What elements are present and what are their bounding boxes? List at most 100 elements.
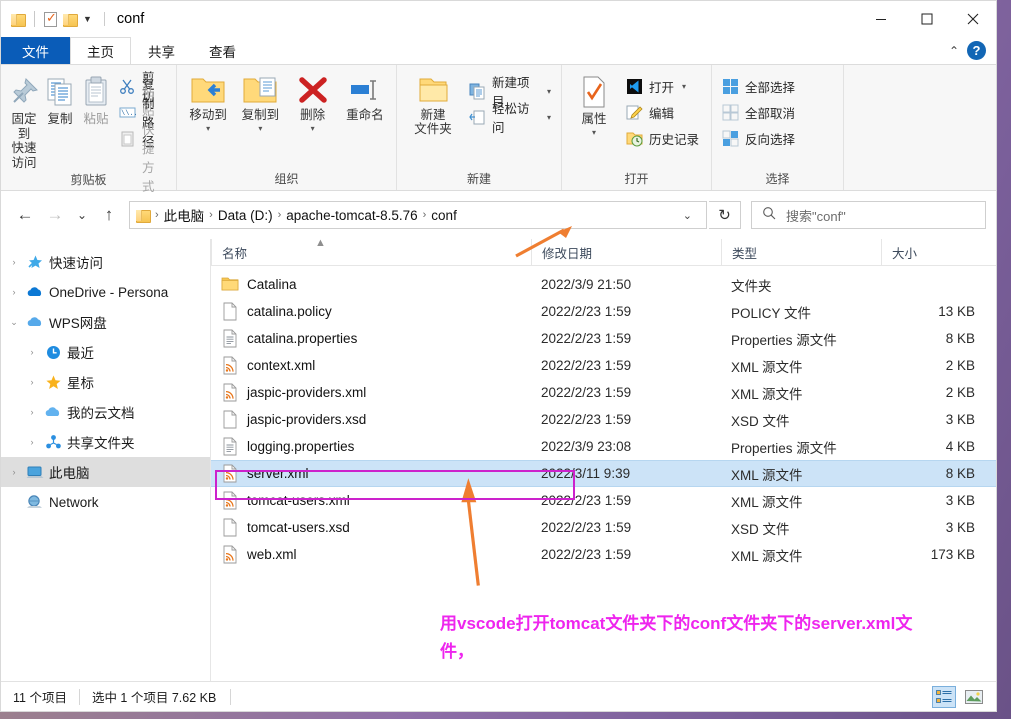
sidebar-item-onedrive[interactable]: › OneDrive - Persona	[1, 277, 210, 307]
chevron-down-icon[interactable]: ▾	[547, 87, 551, 96]
chevron-right-icon[interactable]: ›	[7, 257, 21, 267]
column-header-date[interactable]: 修改日期	[531, 239, 721, 265]
table-row[interactable]: Catalina 2022/3/9 21:50 文件夹	[211, 271, 996, 298]
paste-button[interactable]: 粘贴	[79, 69, 113, 127]
chevron-right-icon[interactable]: ›	[25, 377, 39, 387]
properties-button[interactable]: 属性 ▾	[568, 69, 620, 137]
sidebar-item-my-cloud-docs[interactable]: › 我的云文档	[1, 397, 210, 427]
breadcrumb-item-0[interactable]: 此电脑	[160, 205, 209, 225]
move-to-button[interactable]: 移动到 ▾	[183, 69, 233, 133]
chevron-right-icon[interactable]: ›	[25, 437, 39, 447]
chevron-down-icon[interactable]: ▾	[547, 113, 551, 122]
new-folder-button[interactable]: 新建 文件夹	[403, 69, 463, 137]
edit-button[interactable]: 编辑	[622, 100, 703, 124]
table-row[interactable]: context.xml 2022/2/23 1:59 XML 源文件 2 KB	[211, 352, 996, 379]
chevron-down-icon[interactable]: ▾	[592, 129, 596, 137]
details-view-icon[interactable]	[932, 685, 956, 708]
collapse-ribbon-icon[interactable]: ⌃	[949, 44, 959, 58]
help-icon[interactable]: ?	[967, 41, 986, 60]
table-row[interactable]: tomcat-users.xsd 2022/2/23 1:59 XSD 文件 3 KB	[211, 514, 996, 541]
recent-locations-button[interactable]: ⌄	[71, 201, 93, 229]
status-bar: 11 个项目 选中 1 个项目 7.62 KB	[1, 681, 996, 711]
table-row[interactable]: catalina.properties 2022/2/23 1:59 Propert…	[211, 325, 996, 352]
search-placeholder: 搜索"conf"	[786, 208, 846, 224]
chevron-down-icon[interactable]: ⌄	[7, 317, 21, 328]
generic-file-icon	[221, 518, 239, 537]
tab-file[interactable]: 文件	[1, 37, 70, 64]
copy-button[interactable]: 复制	[43, 69, 77, 127]
chevron-down-icon[interactable]: ▼	[83, 14, 92, 24]
chevron-down-icon[interactable]: ⌄	[673, 209, 702, 222]
refresh-button[interactable]: ↻	[709, 201, 741, 229]
table-row[interactable]: catalina.policy 2022/2/23 1:59 POLICY 文件 13…	[211, 298, 996, 325]
column-header-size[interactable]: 大小	[881, 239, 991, 265]
sidebar-item-recent[interactable]: › 最近	[1, 337, 210, 367]
up-button[interactable]: ↑	[95, 201, 123, 229]
chevron-down-icon[interactable]: ▾	[206, 125, 210, 133]
forward-button[interactable]: →	[41, 201, 69, 229]
sidebar-item-starred[interactable]: › 星标	[1, 367, 210, 397]
breadcrumb[interactable]: › 此电脑 › Data (D:) › apache-tomcat-8.5.76…	[129, 201, 707, 229]
sidebar-item-network[interactable]: Network	[1, 487, 210, 517]
maximize-button[interactable]	[904, 1, 950, 37]
back-button[interactable]: ←	[11, 201, 39, 229]
chevron-down-icon[interactable]: ▾	[682, 82, 686, 91]
sidebar-item-wps-cloud[interactable]: ⌄ WPS网盘	[1, 307, 210, 337]
select-none-button[interactable]: 全部取消	[718, 100, 799, 124]
pin-to-quick-access-button[interactable]: 固定到 快速访问	[7, 69, 41, 171]
file-name: Catalina	[247, 277, 297, 292]
chevron-right-icon[interactable]: ›	[7, 287, 21, 297]
delete-button[interactable]: 删除 ▾	[288, 69, 338, 133]
properties-icon[interactable]	[44, 10, 57, 27]
column-header-name[interactable]: 名称	[211, 239, 531, 265]
chevron-right-icon[interactable]: ›	[7, 467, 21, 477]
search-icon	[762, 206, 776, 225]
sidebar-item-shared-folder[interactable]: › 共享文件夹	[1, 427, 210, 457]
chevron-right-icon[interactable]: ›	[25, 407, 39, 417]
ribbon-group-open: 属性 ▾ 打开 ▾ 编辑 历史记录 打开	[562, 65, 712, 190]
select-none-label: 全部取消	[745, 106, 796, 121]
select-all-button[interactable]: 全部选择	[718, 74, 799, 98]
chevron-down-icon[interactable]: ▾	[311, 125, 315, 133]
table-row[interactable]: web.xml 2022/2/23 1:59 XML 源文件 173 KB	[211, 541, 996, 568]
invert-selection-button[interactable]: 反向选择	[718, 126, 799, 150]
table-row[interactable]: server.xml 2022/3/11 9:39 XML 源文件 8 KB	[211, 460, 996, 487]
easy-access-button[interactable]: 轻松访问 ▾	[465, 102, 555, 135]
close-button[interactable]	[950, 1, 996, 37]
minimize-button[interactable]	[858, 1, 904, 37]
rename-label: 重命名	[346, 108, 384, 122]
breadcrumb-item-1[interactable]: Data (D:)	[214, 208, 277, 223]
table-row[interactable]: logging.properties 2022/3/9 23:08 Properti…	[211, 433, 996, 460]
table-row[interactable]: jaspic-providers.xsd 2022/2/23 1:59 XSD 文件…	[211, 406, 996, 433]
history-button[interactable]: 历史记录	[622, 126, 703, 150]
cell-size: 173 KB	[930, 547, 975, 562]
tab-view[interactable]: 查看	[192, 37, 253, 64]
content-area: › 快速访问 › OneDrive - Persona ⌄ WPS网盘 › 最近…	[1, 237, 996, 681]
cell-size: 2 KB	[945, 385, 975, 400]
cell-type: POLICY 文件	[731, 305, 812, 321]
cell-date: 2022/2/23 1:59	[541, 520, 632, 535]
breadcrumb-item-3[interactable]: conf	[427, 208, 461, 223]
sidebar-item-label: 共享文件夹	[67, 436, 135, 451]
table-row[interactable]: tomcat-users.xml 2022/2/23 1:59 XML 源文件 3 K…	[211, 487, 996, 514]
tab-home[interactable]: 主页	[70, 37, 131, 64]
sidebar-item-quick-access[interactable]: › 快速访问	[1, 247, 210, 277]
sidebar-item-this-pc[interactable]: › 此电脑	[1, 457, 210, 487]
folder-icon[interactable]	[11, 13, 26, 27]
copy-to-button[interactable]: 复制到 ▾	[235, 69, 285, 133]
rename-button[interactable]: 重命名	[340, 69, 390, 123]
search-input[interactable]: 搜索"conf"	[751, 201, 986, 229]
delete-icon	[296, 75, 330, 105]
column-header-type[interactable]: 类型	[721, 239, 881, 265]
column-headers: ▲ 名称 修改日期 类型 大小	[211, 237, 996, 266]
tab-share[interactable]: 共享	[131, 37, 192, 64]
new-folder-icon[interactable]	[63, 13, 78, 27]
xml-file-icon	[221, 491, 239, 510]
paste-shortcut-button[interactable]: 粘贴快捷方式	[115, 85, 170, 194]
large-icons-view-icon[interactable]	[962, 686, 986, 708]
chevron-down-icon[interactable]: ▾	[258, 125, 262, 133]
chevron-right-icon[interactable]: ›	[25, 347, 39, 357]
open-with-button[interactable]: 打开 ▾	[622, 74, 703, 98]
breadcrumb-item-2[interactable]: apache-tomcat-8.5.76	[282, 208, 421, 223]
table-row[interactable]: jaspic-providers.xml 2022/2/23 1:59 XML 源文…	[211, 379, 996, 406]
